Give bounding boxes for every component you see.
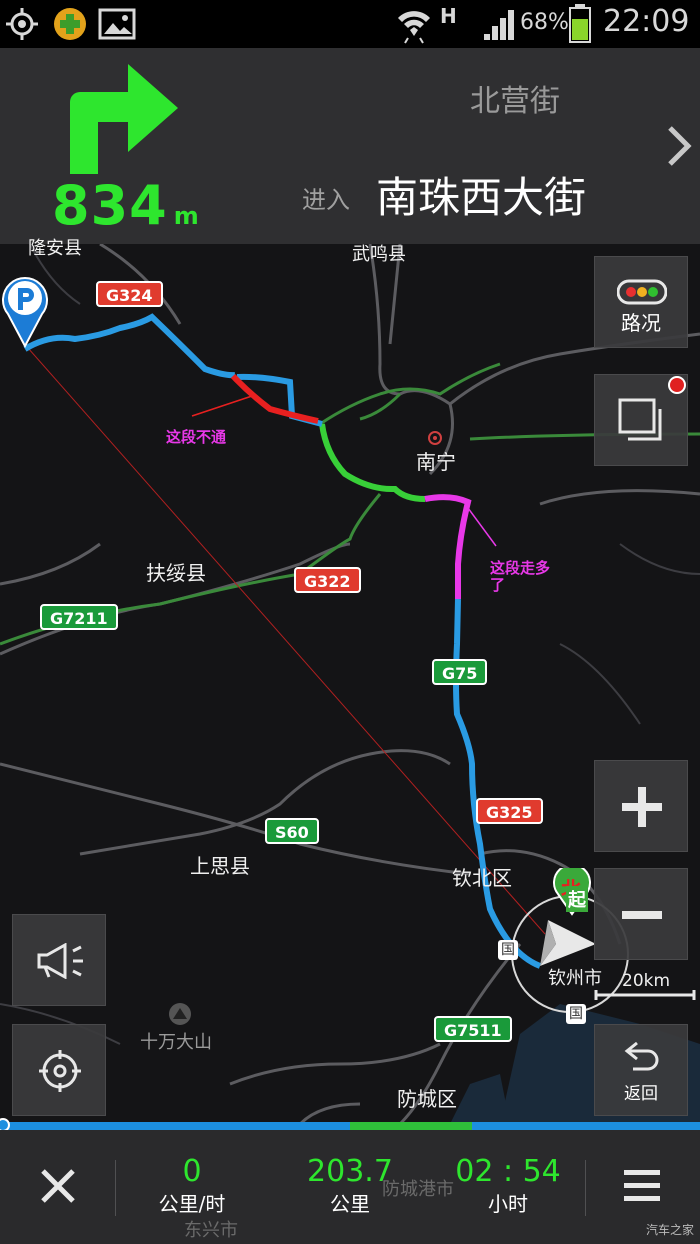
place-label: 上思县 [190,854,250,878]
scale-label: 20km [622,971,671,991]
voice-broadcast-button[interactable] [12,914,106,1006]
place-label: 隆安县 [28,238,82,259]
status-bar: H 68% 22:09 [0,0,700,48]
road-shield: G324 [96,281,163,307]
next-road: 南珠西大街 [376,173,587,222]
route-progress-bar [0,1118,700,1132]
distance-to-turn: 834 m [52,174,199,237]
place-label: 防城港市 [382,1179,454,1200]
road-shield: G322 [294,567,361,593]
trip-info-bar: 0 公里/时 203.7 公里 02 : 54 小时 [0,1130,700,1244]
zoom-out-button[interactable] [594,868,688,960]
notification-dot [668,376,686,394]
watermark: 汽车之家 [645,1223,694,1237]
layers-icon [618,398,662,441]
place-label: 十万大山 [140,1032,212,1053]
megaphone-icon [37,943,83,979]
health-app-icon [54,8,86,40]
road-shield: G7511 [434,1016,512,1042]
place-label: 南宁 [416,450,456,474]
crosshair-icon [39,1050,81,1092]
enter-label: 进入 [302,186,350,214]
current-road: 北营街 [470,84,560,119]
close-icon[interactable] [40,1168,76,1204]
speed-value: 0 [182,1154,202,1189]
place-label: 钦州市 [548,968,602,989]
zoom-in-button[interactable] [594,760,688,852]
distance-unit: m [173,202,199,230]
clock: 22:09 [603,4,690,39]
layers-button[interactable] [594,374,688,466]
signal-icon [484,10,514,40]
road-shield: G75 [432,659,488,685]
divider [115,1160,116,1216]
road-shield: S60 [265,818,319,844]
place-label: 武鸣县 [352,244,406,265]
gps-icon [6,8,38,40]
parking-marker-icon[interactable] [0,272,50,349]
time-remaining-unit: 小时 [488,1192,528,1216]
locate-button[interactable] [12,1024,106,1116]
traffic-label: 路况 [621,311,661,335]
gallery-icon [98,8,136,40]
distance-value: 834 [52,174,168,237]
plus-icon [622,787,662,827]
wifi-icon [398,11,430,44]
place-label: 东兴市 [184,1220,238,1241]
traffic-light-icon [617,279,667,305]
battery-icon [569,4,591,43]
chevron-right-icon[interactable] [664,124,694,168]
minus-icon [622,911,662,919]
turn-right-arrow-icon [70,64,178,174]
menu-icon[interactable] [624,1170,660,1202]
back-button[interactable]: 返回 [594,1024,688,1116]
time-remaining-value: 02 : 54 [455,1154,561,1189]
place-label: 扶绥县 [146,561,206,585]
road-shield: G7211 [40,604,118,630]
poi-badge-bottom: 国 [566,1004,586,1024]
traffic-button[interactable]: 路况 [594,256,688,348]
return-arrow-icon [624,1041,659,1071]
speed-unit: 公里/时 [158,1192,226,1216]
mountain-icon [169,1003,191,1025]
place-label: 防城区 [397,1087,457,1111]
back-label: 返回 [624,1084,658,1104]
poi-badge-top: 国 [498,940,518,960]
battery-percent: 68% [520,10,569,35]
distance-remaining-unit: 公里 [330,1192,370,1216]
route-start-badge: 起 [566,886,588,912]
divider [585,1160,586,1216]
blocked-annotation: 这段不通 [166,428,227,446]
place-label: 钦北区 [452,866,512,890]
detour-annotation: 这段走多了 [490,559,551,594]
road-shield: G325 [476,798,543,824]
network-type-label: H [440,4,457,28]
route-progress-segment [350,1122,472,1130]
